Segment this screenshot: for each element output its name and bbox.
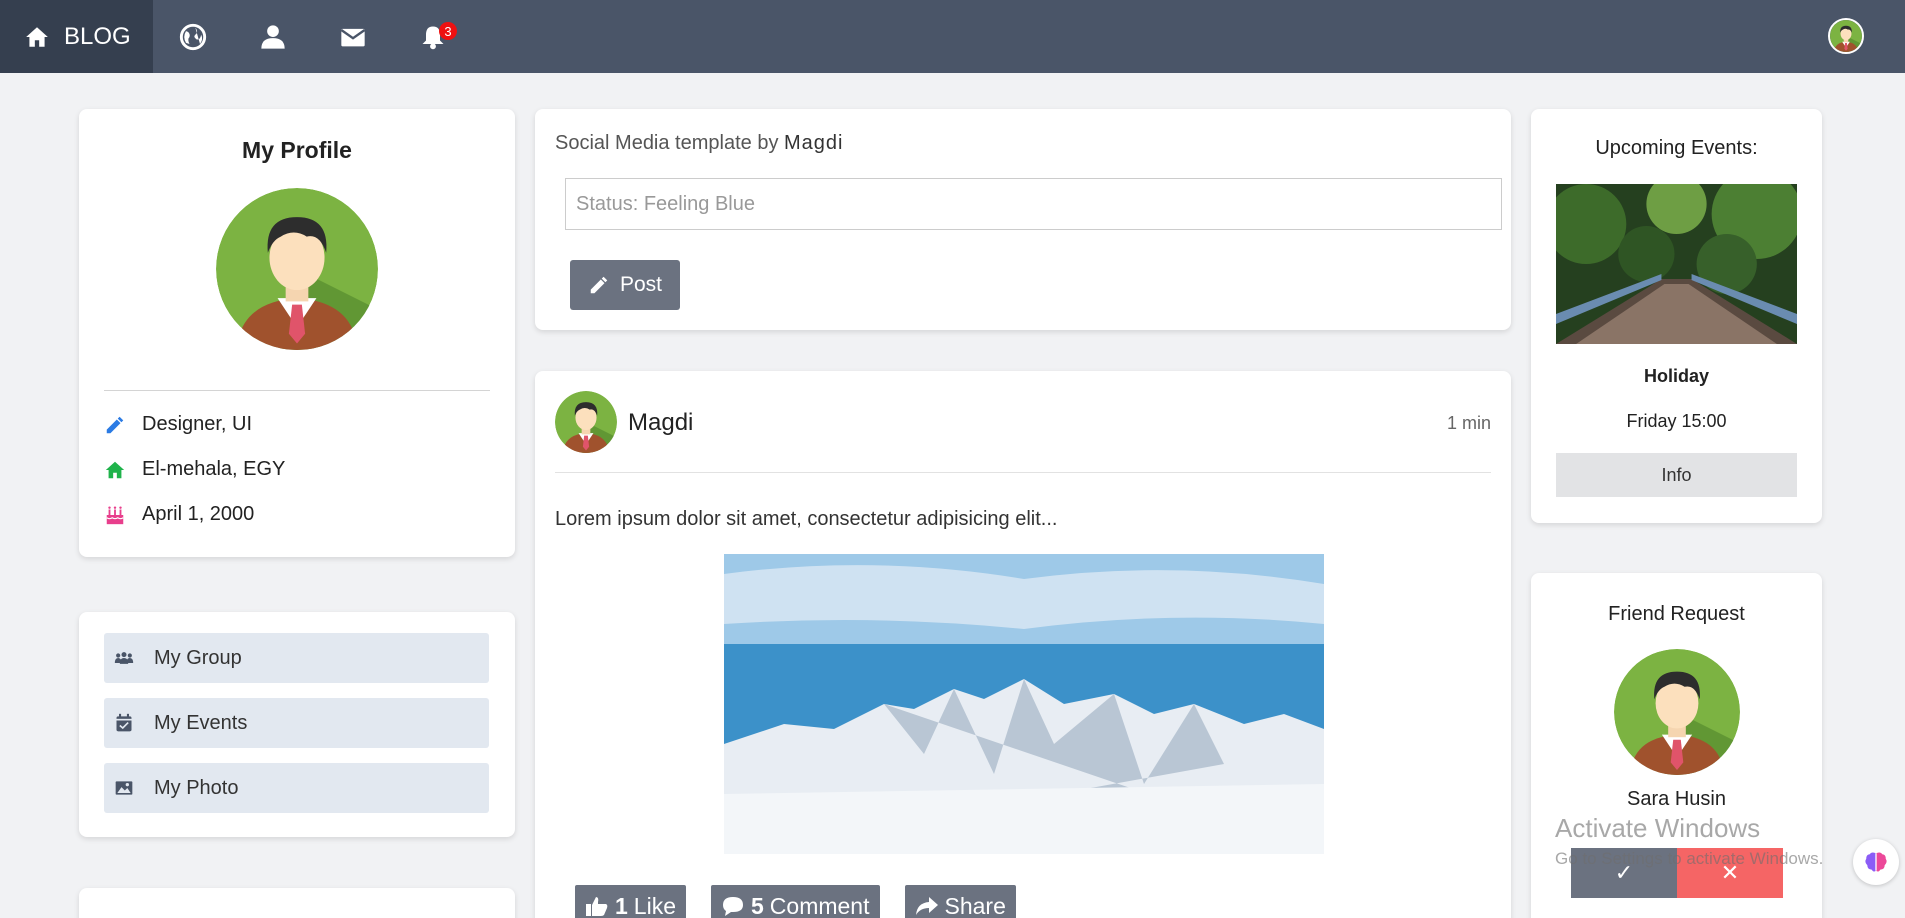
profile-location-row: El-mehala, EGY (104, 458, 285, 481)
birthday-cake-icon (106, 505, 124, 524)
menu-item-label: My Group (154, 646, 242, 669)
profile-card: My Profile Designer, UI El-mehala, EGY A… (79, 109, 515, 557)
post-button-label: Post (619, 273, 663, 296)
friend-name[interactable]: Sara Husin (1531, 788, 1822, 811)
event-image (1556, 184, 1797, 344)
profile-divider (104, 390, 490, 391)
post-timestamp: 1 min (1446, 413, 1491, 433)
brand-label: BLOG (64, 22, 131, 50)
nav-notifications-button[interactable]: 3 (393, 0, 473, 73)
composer-title-author: Magdi (784, 132, 844, 154)
events-title: Upcoming Events: (1595, 137, 1758, 159)
activate-windows-subtitle: Go to Settings to activate Windows. (1555, 849, 1824, 868)
status-input[interactable] (565, 178, 1502, 230)
post-divider (555, 472, 1491, 473)
comment-button[interactable]: 5 Comment (711, 885, 880, 918)
brand-link[interactable]: BLOG (0, 0, 153, 73)
share-icon (915, 897, 938, 915)
nav-user-avatar[interactable] (1828, 18, 1864, 54)
post-author-name[interactable]: Magdi (628, 409, 693, 437)
menu-item-my-photo[interactable]: My Photo (104, 763, 489, 813)
profile-birthday: April 1, 2000 (142, 503, 255, 525)
mail-icon (340, 28, 366, 46)
post-composer-card: Social Media template by Magdi Post (535, 109, 1511, 330)
user-icon (261, 24, 285, 49)
like-label: Like (633, 892, 676, 918)
post-image (724, 554, 1324, 854)
like-count: 1 (615, 892, 628, 918)
group-icon (114, 652, 134, 664)
post-actions: 1 Like 5 Comment Share (575, 885, 1016, 918)
brain-icon (1865, 852, 1887, 872)
feed-post-card: Magdi 1 min Lorem ipsum dolor sit amet, … (535, 371, 1511, 918)
top-navbar: BLOG 3 (0, 0, 1905, 73)
profile-birthday-row: April 1, 2000 (104, 503, 254, 526)
nav-news-button[interactable] (153, 0, 233, 73)
event-name: Holiday (1643, 366, 1709, 386)
upcoming-events-card: Upcoming Events: Holiday Friday 15:00 In… (1531, 109, 1822, 523)
home-icon (105, 461, 125, 478)
friend-request-title: Friend Request (1608, 603, 1745, 625)
menu-item-my-group[interactable]: My Group (104, 633, 489, 683)
comment-icon (723, 897, 743, 916)
menu-item-my-events[interactable]: My Events (104, 698, 489, 748)
profile-role: Designer, UI (142, 413, 253, 435)
nav-profile-button[interactable] (233, 0, 313, 73)
side-menu-card: My Group My Events My Photo (79, 612, 515, 837)
profile-avatar (216, 188, 378, 350)
event-time: Friday 15:00 (1626, 411, 1727, 431)
thumbs-up-icon (586, 897, 608, 916)
share-button[interactable]: Share (904, 885, 1016, 918)
calendar-check-icon (116, 713, 132, 732)
composer-title-prefix: Social Media template by (555, 132, 779, 154)
friend-avatar[interactable] (1614, 649, 1740, 775)
event-info-button[interactable]: Info (1556, 453, 1797, 497)
activate-windows-title: Activate Windows (1555, 813, 1761, 843)
left-extra-card (79, 888, 515, 918)
comment-label: Comment (769, 892, 870, 918)
post-button[interactable]: Post (570, 260, 680, 310)
floating-assistant-button[interactable] (1853, 839, 1899, 885)
profile-location: El-mehala, EGY (142, 458, 286, 480)
pencil-icon (106, 416, 124, 433)
menu-item-label: My Events (154, 711, 248, 734)
post-text: Lorem ipsum dolor sit amet, consectetur … (555, 508, 1058, 530)
profile-title: My Profile (242, 137, 352, 163)
like-button[interactable]: 1 Like (575, 885, 686, 918)
profile-role-row: Designer, UI (104, 413, 252, 436)
menu-item-label: My Photo (154, 776, 239, 799)
home-icon (26, 26, 48, 47)
notification-badge: 3 (439, 22, 457, 40)
post-author-avatar[interactable] (555, 391, 617, 453)
nav-messages-button[interactable] (313, 0, 393, 73)
image-icon (115, 781, 133, 795)
composer-title: Social Media template by Magdi (555, 132, 844, 155)
pencil-icon (590, 276, 608, 294)
comment-count: 5 (751, 892, 764, 918)
share-label: Share (944, 892, 1006, 918)
globe-icon (179, 23, 207, 50)
